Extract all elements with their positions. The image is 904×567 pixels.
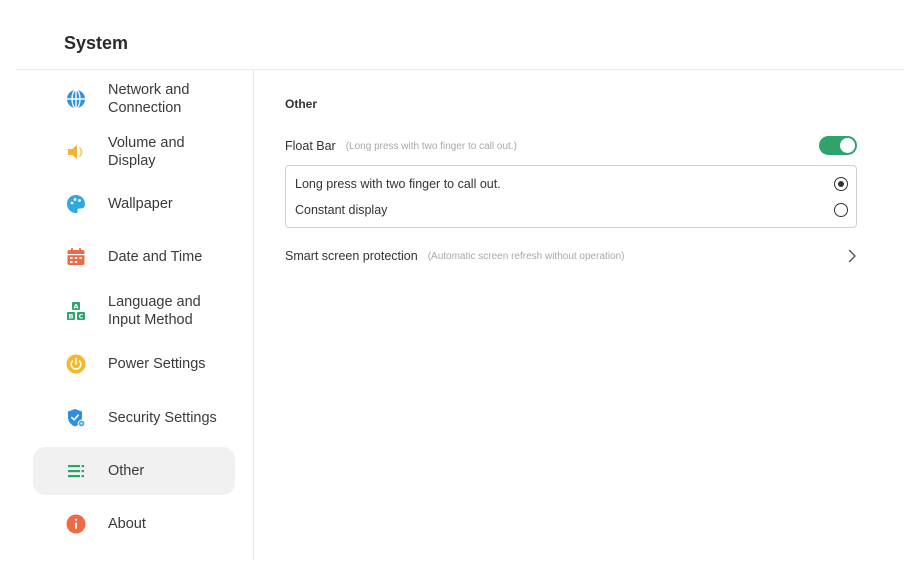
sidebar-item-label: Wallpaper: [108, 196, 173, 212]
sidebar-item-network[interactable]: Network and Connection: [33, 75, 235, 123]
info-icon: [65, 513, 87, 535]
float-bar-toggle[interactable]: [819, 136, 857, 155]
sidebar-item-label: Security Settings: [108, 410, 217, 426]
option-constant-display[interactable]: Constant display: [295, 198, 850, 222]
svg-text:A: A: [73, 303, 78, 311]
palette-icon: [65, 193, 87, 215]
toggle-knob: [840, 138, 855, 153]
radio-unselected[interactable]: [834, 203, 848, 217]
sidebar-item-datetime[interactable]: Date and Time: [33, 233, 235, 281]
sidebar-item-label: Date and Time: [108, 249, 203, 265]
sidebar-item-volume[interactable]: Volume and Display: [33, 128, 235, 176]
sidebar-item-label: Other: [108, 463, 145, 479]
sidebar-item-about[interactable]: About: [33, 500, 235, 548]
header: System: [0, 0, 904, 70]
radio-selected[interactable]: [834, 177, 848, 191]
calendar-icon: [65, 246, 87, 268]
float-bar-options: Long press with two finger to call out. …: [285, 165, 857, 228]
sidebar-item-label: About: [108, 516, 146, 532]
float-bar-label: Float Bar: [285, 139, 336, 153]
sidebar-item-security[interactable]: Security Settings: [33, 394, 235, 442]
globe-icon: [65, 88, 87, 110]
option-label: Constant display: [295, 203, 388, 217]
list-icon: [65, 460, 87, 482]
smart-screen-protection-row[interactable]: Smart screen protection (Automatic scree…: [285, 246, 857, 266]
sidebar-item-power[interactable]: Power Settings: [33, 340, 235, 388]
float-bar-hint: (Long press with two finger to call out.…: [345, 140, 517, 152]
section-title: Other: [285, 97, 318, 111]
option-long-press[interactable]: Long press with two finger to call out.: [295, 172, 850, 196]
sidebar-item-label: Language and Input Method: [108, 294, 201, 328]
float-bar-row: Float Bar (Long press with two finger to…: [285, 137, 857, 155]
sidebar-item-wallpaper[interactable]: Wallpaper: [33, 180, 235, 228]
page-title: System: [64, 33, 129, 53]
sidebar-item-label: Volume and Display: [108, 135, 185, 169]
chevron-right-icon[interactable]: [847, 249, 857, 263]
shield-icon: [65, 407, 87, 429]
speaker-icon: [65, 141, 87, 163]
content-panel: Other Float Bar (Long press with two fin…: [254, 70, 904, 560]
sidebar-item-language[interactable]: ABC Language and Input Method: [33, 287, 235, 335]
option-label: Long press with two finger to call out.: [295, 177, 501, 191]
keyboard-abc-icon: ABC: [65, 300, 87, 322]
smart-screen-protection-label: Smart screen protection: [285, 249, 418, 263]
sidebar: Network and Connection Volume and Displa…: [0, 70, 253, 560]
power-icon: [65, 353, 87, 375]
smart-screen-protection-hint: (Automatic screen refresh without operat…: [427, 250, 625, 262]
sidebar-item-other[interactable]: Other: [33, 447, 235, 495]
svg-text:B: B: [69, 313, 74, 321]
sidebar-item-label: Power Settings: [108, 356, 206, 372]
svg-text:C: C: [79, 313, 84, 321]
sidebar-item-label: Network and Connection: [108, 82, 190, 116]
